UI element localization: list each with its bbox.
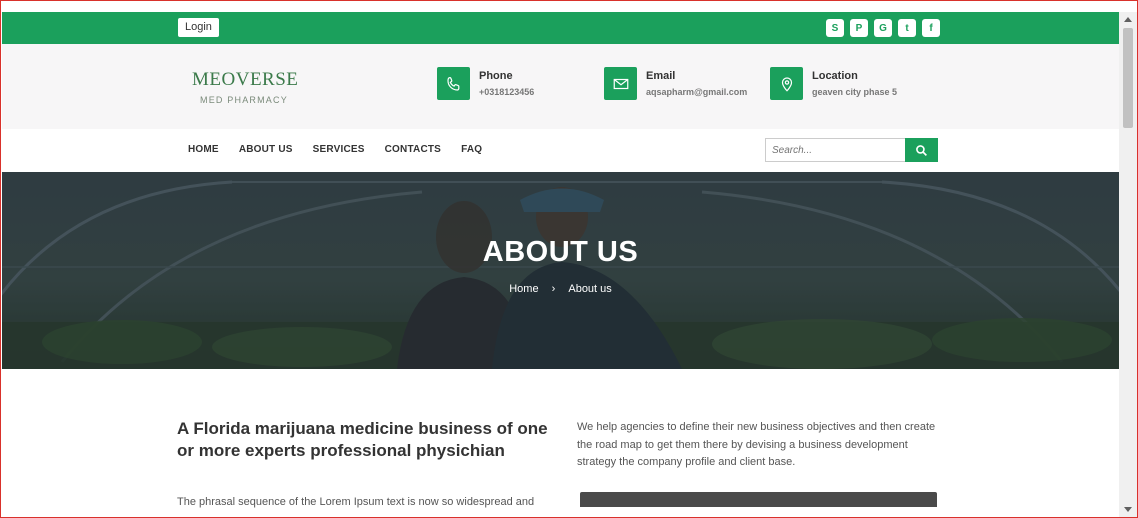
scrollbar-thumb[interactable] xyxy=(1123,28,1133,128)
page: Login S P G t f MEOVERSE MED PHARMACY Ph… xyxy=(2,12,1119,517)
pinterest-icon[interactable]: P xyxy=(850,19,868,37)
facebook-icon[interactable]: f xyxy=(922,19,940,37)
section-heading: A Florida marijuana medicine business of… xyxy=(177,419,548,460)
contact-value: geaven city phase 5 xyxy=(812,87,898,97)
search-button[interactable] xyxy=(905,138,938,162)
contact-title: Email xyxy=(646,70,676,82)
site-header: MEOVERSE MED PHARMACY Phone +0318123456 … xyxy=(2,44,1119,129)
nav-item-services[interactable]: SERVICES xyxy=(313,144,365,155)
contact-value[interactable]: aqsapharm@gmail.com xyxy=(646,87,747,97)
page-title: ABOUT US xyxy=(482,236,639,268)
chevron-right-icon: › xyxy=(551,283,556,295)
contact-email: Email aqsapharm@gmail.com xyxy=(604,67,747,100)
intro-text: We help agencies to define their new bus… xyxy=(577,421,936,468)
vertical-scrollbar[interactable] xyxy=(1119,12,1137,517)
social-links: S P G t f xyxy=(826,19,940,37)
twitter-icon[interactable]: t xyxy=(898,19,916,37)
scroll-up-arrow-icon[interactable] xyxy=(1119,12,1137,26)
search-icon xyxy=(916,144,927,156)
greenhouse-background-image xyxy=(2,172,1119,369)
top-bar: Login S P G t f xyxy=(2,12,1119,44)
nav-item-home[interactable]: HOME xyxy=(188,144,219,155)
contact-title: Location xyxy=(812,70,858,82)
skype-icon[interactable]: S xyxy=(826,19,844,37)
nav-item-faq[interactable]: FAQ xyxy=(461,144,482,155)
breadcrumb: Home › About us xyxy=(2,283,1119,295)
browser-frame: Login S P G t f MEOVERSE MED PHARMACY Ph… xyxy=(0,0,1138,518)
nav-item-contacts[interactable]: CONTACTS xyxy=(385,144,441,155)
google-icon[interactable]: G xyxy=(874,19,892,37)
breadcrumb-current: About us xyxy=(568,283,612,295)
location-pin-icon xyxy=(770,67,803,100)
hero-banner: ABOUT US Home › About us xyxy=(2,172,1119,369)
logo-subtitle: MED PHARMACY xyxy=(200,95,288,105)
phone-icon xyxy=(437,67,470,100)
login-button[interactable]: Login xyxy=(178,18,219,37)
search-input[interactable] xyxy=(765,138,909,162)
breadcrumb-home[interactable]: Home xyxy=(509,283,538,295)
content-image xyxy=(580,492,937,507)
contact-location: Location geaven city phase 5 xyxy=(770,67,897,100)
contact-value: +0318123456 xyxy=(479,87,535,97)
main-nav: HOME ABOUT US SERVICES CONTACTS FAQ xyxy=(2,129,1119,172)
nav-item-about-us[interactable]: ABOUT US xyxy=(239,144,293,155)
contact-phone: Phone +0318123456 xyxy=(437,67,534,100)
contact-title: Phone xyxy=(479,70,513,82)
scroll-down-arrow-icon[interactable] xyxy=(1119,503,1137,517)
logo-name[interactable]: MEOVERSE xyxy=(192,69,298,91)
envelope-icon xyxy=(604,67,637,100)
body-paragraph: The phrasal sequence of the Lorem Ipsum … xyxy=(177,496,535,508)
